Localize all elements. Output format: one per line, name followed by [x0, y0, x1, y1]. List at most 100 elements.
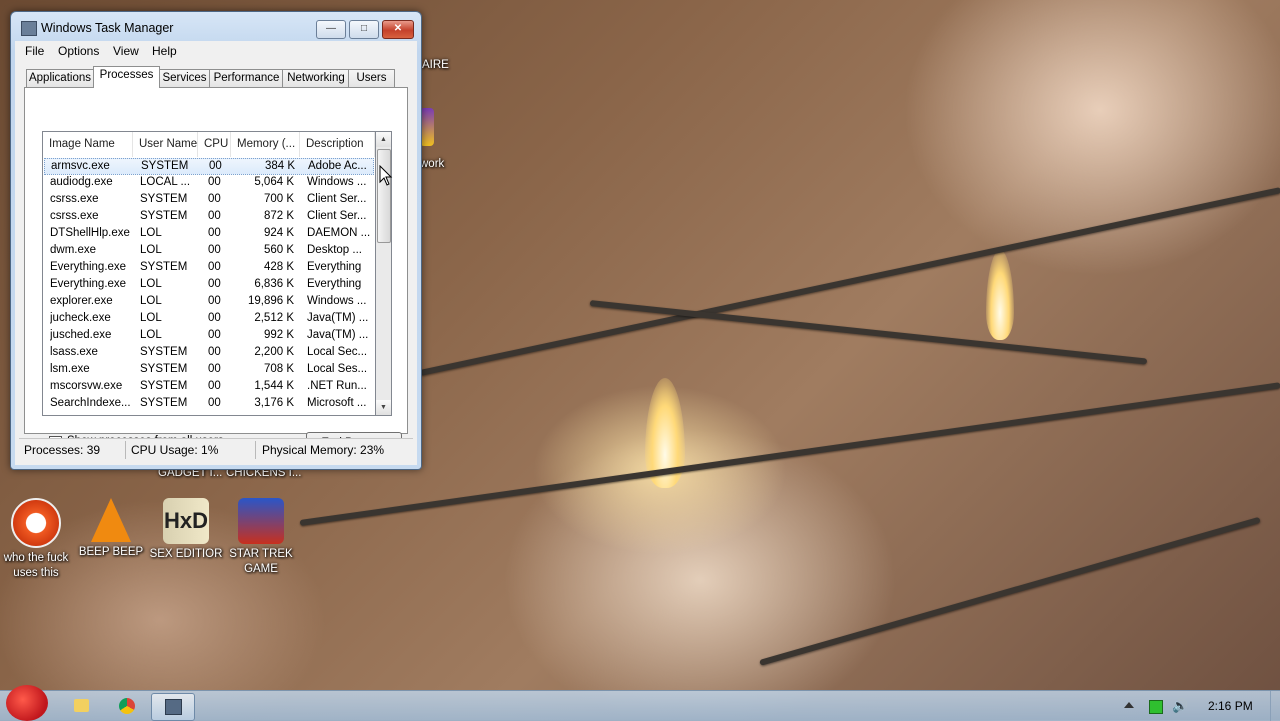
cell-user-name: SYSTEM — [140, 397, 188, 409]
cell-user-name: SYSTEM — [140, 193, 188, 205]
desktop-app-icon[interactable] — [420, 108, 434, 146]
show-hidden-icons-chevron-icon[interactable] — [1124, 702, 1134, 708]
cell-image-name: jucheck.exe — [50, 312, 111, 324]
column-header-cpu[interactable]: CPU — [198, 132, 231, 157]
cell-image-name: armsvc.exe — [51, 160, 110, 172]
desktop-icon-beep-beep[interactable]: BEEP BEEP — [72, 498, 150, 560]
taskbar-task-manager-button[interactable] — [151, 693, 195, 721]
tab-users[interactable]: Users — [348, 69, 395, 87]
status-divider — [255, 441, 256, 459]
cell-user-name: SYSTEM — [140, 261, 188, 273]
process-row[interactable]: csrss.exe SYSTEM 00 872 K Client Ser... — [44, 209, 374, 226]
desktop-icon-label-partial[interactable]: work — [420, 157, 444, 172]
scroll-thumb[interactable] — [377, 149, 391, 243]
desktop-icon-label: BEEP BEEP — [78, 546, 144, 558]
process-row[interactable]: explorer.exe LOL 00 19,896 K Windows ... — [44, 294, 374, 311]
cell-user-name: LOL — [140, 329, 162, 341]
desktop-icon-star-trek-game[interactable]: STAR TREK GAME — [222, 498, 300, 577]
window-titlebar[interactable]: Windows Task Manager — □ ✕ — [11, 12, 421, 40]
column-header-description[interactable]: Description — [300, 132, 375, 157]
process-row[interactable]: SearchIndexe... SYSTEM 00 3,176 K Microsoft … — [44, 396, 374, 413]
status-process-count: Processes: 39 — [24, 443, 101, 457]
scroll-up-arrow-icon[interactable]: ▲ — [376, 132, 391, 147]
cell-memory: 2,200 K — [254, 346, 294, 358]
cell-user-name: SYSTEM — [140, 346, 188, 358]
process-row[interactable]: lsass.exe SYSTEM 00 2,200 K Local Sec... — [44, 345, 374, 362]
tab-applications[interactable]: Applications — [26, 69, 94, 87]
start-button-angry-bird-icon[interactable] — [6, 685, 48, 721]
cell-cpu: 00 — [208, 295, 221, 307]
column-header-user-name[interactable]: User Name — [133, 132, 198, 157]
candle-flame — [986, 250, 1014, 340]
cell-description: Java(TM) ... — [307, 329, 369, 341]
menu-options[interactable]: Options — [58, 44, 99, 58]
cell-memory: 1,544 K — [254, 380, 294, 392]
cell-user-name: SYSTEM — [141, 160, 189, 172]
cell-memory: 560 K — [263, 244, 294, 256]
process-row[interactable]: jusched.exe LOL 00 992 K Java(TM) ... — [44, 328, 374, 345]
minimize-button[interactable]: — — [316, 20, 346, 39]
cell-user-name: LOL — [140, 227, 162, 239]
lightning-app-icon — [11, 498, 61, 548]
cell-cpu: 00 — [208, 397, 221, 409]
process-row[interactable]: mscorsvw.exe SYSTEM 00 1,544 K .NET Run... — [44, 379, 374, 396]
maximize-button[interactable]: □ — [349, 20, 379, 39]
process-row[interactable]: lsm.exe SYSTEM 00 708 K Local Ses... — [44, 362, 374, 379]
desktop-icon-who-the-fuck-uses-this[interactable]: who the fuck uses this — [0, 498, 75, 581]
cell-memory: 708 K — [263, 363, 294, 375]
tab-services[interactable]: Services — [158, 69, 211, 87]
cell-memory: 428 K — [263, 261, 294, 273]
cell-image-name: csrss.exe — [50, 193, 99, 205]
close-button[interactable]: ✕ — [382, 20, 414, 39]
task-manager-icon — [165, 699, 182, 715]
column-header-memory[interactable]: Memory (... — [231, 132, 300, 157]
process-row[interactable]: audiodg.exe LOCAL ... 00 5,064 K Windows ... — [44, 175, 374, 192]
process-row[interactable]: DTShellHlp.exe LOL 00 924 K DAEMON ... — [44, 226, 374, 243]
menu-view[interactable]: View — [113, 44, 139, 58]
task-manager-icon — [21, 21, 37, 36]
process-row[interactable]: jucheck.exe LOL 00 2,512 K Java(TM) ... — [44, 311, 374, 328]
process-row[interactable]: Everything.exe LOL 00 6,836 K Everything — [44, 277, 374, 294]
process-row[interactable]: Everything.exe SYSTEM 00 428 K Everything — [44, 260, 374, 277]
task-manager-window: Windows Task Manager — □ ✕ File Options … — [10, 11, 422, 470]
tab-networking[interactable]: Networking — [282, 69, 350, 87]
taskbar-explorer-button[interactable] — [60, 693, 102, 719]
menu-file[interactable]: File — [25, 44, 44, 58]
cell-cpu: 00 — [208, 244, 221, 256]
cell-description: Everything — [307, 261, 362, 273]
network-status-icon[interactable] — [1149, 700, 1163, 714]
process-row[interactable]: csrss.exe SYSTEM 00 700 K Client Ser... — [44, 192, 374, 209]
status-bar: Processes: 39 CPU Usage: 1% Physical Mem… — [19, 438, 413, 461]
process-row[interactable]: dwm.exe LOL 00 560 K Desktop ... — [44, 243, 374, 260]
cell-image-name: dwm.exe — [50, 244, 97, 256]
cell-description: .NET Run... — [307, 380, 367, 392]
cell-description: Desktop ... — [307, 244, 362, 256]
desktop-icon-label-partial[interactable]: AIRE — [422, 58, 449, 73]
status-cpu-usage: CPU Usage: 1% — [131, 443, 219, 457]
desktop-icon-sex-editior[interactable]: HxD SEX EDITIOR — [147, 498, 225, 562]
window-body: Applications Processes Services Performa… — [15, 60, 417, 465]
show-desktop-button[interactable] — [1270, 691, 1280, 721]
process-list[interactable]: Image Name User Name CPU Memory (... Des… — [42, 131, 376, 416]
taskbar-clock[interactable]: 2:16 PM — [1208, 699, 1253, 713]
cell-description: DAEMON ... — [307, 227, 371, 239]
process-row[interactable]: armsvc.exe SYSTEM 00 384 K Adobe Ac... — [44, 158, 374, 175]
cell-memory: 872 K — [263, 210, 294, 222]
column-header-image-name[interactable]: Image Name — [43, 132, 133, 157]
cell-cpu: 00 — [208, 176, 221, 188]
menu-help[interactable]: Help — [152, 44, 177, 58]
desktop-icon-label: who the fuck uses this — [3, 552, 69, 579]
cell-image-name: mscorsvw.exe — [50, 380, 123, 392]
barbed-wire — [759, 516, 1261, 666]
cell-cpu: 00 — [208, 210, 221, 222]
cell-description: Client Ser... — [307, 193, 367, 205]
cell-image-name: jusched.exe — [50, 329, 112, 341]
scroll-down-arrow-icon[interactable]: ▼ — [376, 400, 391, 415]
tab-performance[interactable]: Performance — [209, 69, 284, 87]
volume-icon[interactable]: 🔊 — [1172, 699, 1188, 712]
cell-user-name: SYSTEM — [140, 210, 188, 222]
cell-image-name: Everything.exe — [50, 261, 127, 273]
taskbar-chrome-button[interactable] — [106, 693, 148, 719]
cell-description: Java(TM) ... — [307, 312, 369, 324]
tab-processes[interactable]: Processes — [93, 66, 160, 88]
